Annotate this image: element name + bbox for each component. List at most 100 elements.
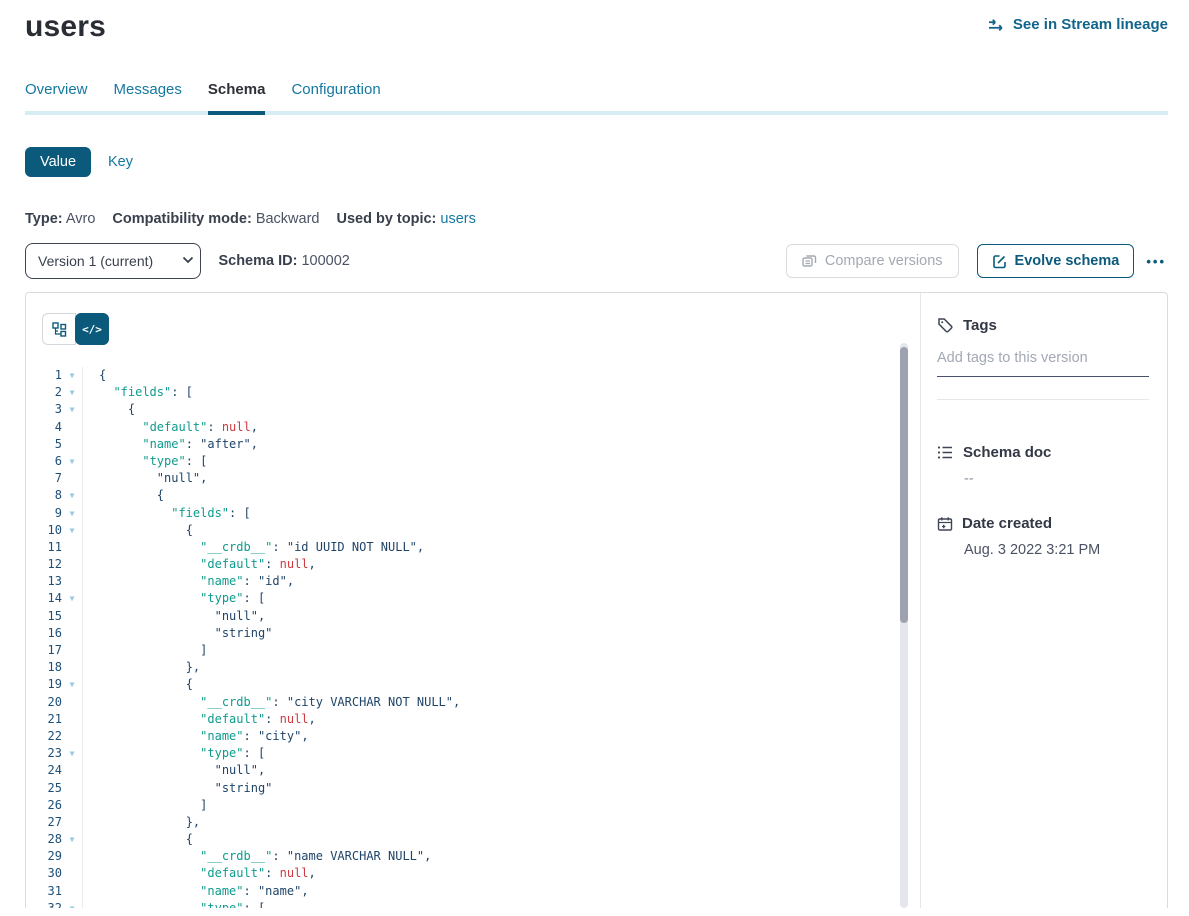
code-line: 17] [26, 642, 920, 659]
code-scrollbar-thumb[interactable] [900, 347, 908, 623]
line-number: 22 [26, 728, 62, 745]
line-number: 29 [26, 848, 62, 865]
fold-toggle-icon[interactable]: ▼ [62, 590, 82, 607]
code-line-content: "name": "city", [82, 728, 920, 745]
tab-overview[interactable]: Overview [25, 81, 88, 111]
line-number: 12 [26, 556, 62, 573]
fold-toggle-icon[interactable]: ▼ [62, 487, 82, 504]
code-line-content: { [82, 522, 920, 539]
schema-id: Schema ID: 100002 [218, 253, 349, 269]
tree-view-button[interactable] [42, 313, 76, 345]
schema-type-label: Type: [25, 211, 63, 227]
fold-spacer [62, 762, 82, 779]
code-line-content: { [82, 367, 920, 384]
code-line-content: "string" [82, 625, 920, 642]
code-scrollbar-track[interactable] [900, 343, 908, 908]
evolve-schema-button[interactable]: Evolve schema [977, 244, 1135, 278]
fold-spacer [62, 608, 82, 625]
fold-spacer [62, 780, 82, 797]
schema-meta-row: Type: Avro Compatibility mode: Backward … [25, 211, 1168, 227]
code-line: 5"name": "after", [26, 436, 920, 453]
code-line-content: "__crdb__": "name VARCHAR NULL", [82, 848, 920, 865]
fold-toggle-icon[interactable]: ▼ [62, 384, 82, 401]
calendar-icon [937, 516, 953, 532]
code-line: 21"default": null, [26, 711, 920, 728]
line-number: 1 [26, 367, 62, 384]
schema-type: Type: Avro [25, 211, 95, 227]
date-created-value: Aug. 3 2022 3:21 PM [964, 542, 1149, 558]
fold-toggle-icon[interactable]: ▼ [62, 831, 82, 848]
fold-spacer [62, 419, 82, 436]
code-line: 2▼"fields": [ [26, 384, 920, 401]
code-line-content: }, [82, 814, 920, 831]
add-tags-input[interactable] [937, 346, 1149, 377]
compare-versions-button[interactable]: Compare versions [786, 244, 959, 278]
compatibility-mode-label: Compatibility mode: [112, 211, 251, 227]
line-number: 21 [26, 711, 62, 728]
code-line: 8▼{ [26, 487, 920, 504]
edit-icon [992, 254, 1007, 269]
code-line-content: "default": null, [82, 419, 920, 436]
schema-controls-row: Version 1 (current) Schema ID: 100002 Co… [25, 243, 1168, 279]
schema-code-panel: </> 1▼{2▼"fields": [3▼{4"default": null,… [26, 293, 920, 908]
ellipsis-icon: ••• [1146, 254, 1166, 269]
code-view-button[interactable]: </> [75, 313, 109, 345]
code-line-content: "default": null, [82, 556, 920, 573]
tab-schema[interactable]: Schema [208, 81, 266, 111]
line-number: 6 [26, 453, 62, 470]
fold-toggle-icon[interactable]: ▼ [62, 505, 82, 522]
line-number: 17 [26, 642, 62, 659]
code-line-content: { [82, 487, 920, 504]
line-number: 3 [26, 401, 62, 418]
tree-view-icon [52, 322, 67, 337]
code-line-content: "name": "after", [82, 436, 920, 453]
fold-spacer [62, 728, 82, 745]
fold-toggle-icon[interactable]: ▼ [62, 745, 82, 762]
version-select[interactable]: Version 1 (current) [25, 243, 201, 279]
code-line: 4"default": null, [26, 419, 920, 436]
code-line: 6▼"type": [ [26, 453, 920, 470]
code-line: 12 "default": null, [26, 556, 920, 573]
fold-spacer [62, 694, 82, 711]
stream-lineage-link[interactable]: See in Stream lineage [988, 16, 1168, 33]
code-line: 29 "__crdb__": "name VARCHAR NULL", [26, 848, 920, 865]
fold-toggle-icon[interactable]: ▼ [62, 900, 82, 908]
code-line: 1▼{ [26, 367, 920, 384]
fold-spacer [62, 865, 82, 882]
used-by-topic: Used by topic: users [336, 211, 475, 227]
code-line-content: ] [82, 797, 920, 814]
fold-toggle-icon[interactable]: ▼ [62, 401, 82, 418]
code-line: 26] [26, 797, 920, 814]
code-line: 13"name": "id", [26, 573, 920, 590]
code-line-content: "type": [ [82, 453, 920, 470]
tags-heading: Tags [963, 317, 997, 334]
tab-messages[interactable]: Messages [114, 81, 182, 111]
fold-toggle-icon[interactable]: ▼ [62, 676, 82, 693]
key-toggle-button[interactable]: Key [108, 154, 133, 170]
line-number: 16 [26, 625, 62, 642]
line-number: 19 [26, 676, 62, 693]
line-number: 7 [26, 470, 62, 487]
code-line: 28▼{ [26, 831, 920, 848]
more-actions-button[interactable]: ••• [1144, 250, 1168, 273]
fold-spacer [62, 848, 82, 865]
value-toggle-button[interactable]: Value [25, 147, 91, 177]
schema-detail-panel: </> 1▼{2▼"fields": [3▼{4"default": null,… [25, 292, 1168, 908]
code-line: 24"null", [26, 762, 920, 779]
used-by-topic-label: Used by topic: [336, 211, 436, 227]
fold-toggle-icon[interactable]: ▼ [62, 522, 82, 539]
code-line-content: "__crdb__": "city VARCHAR NOT NULL", [82, 694, 920, 711]
code-line-content: { [82, 676, 920, 693]
schema-doc-heading: Schema doc [963, 444, 1051, 461]
line-number: 28 [26, 831, 62, 848]
code-line: 19▼{ [26, 676, 920, 693]
tab-configuration[interactable]: Configuration [291, 81, 380, 111]
fold-toggle-icon[interactable]: ▼ [62, 367, 82, 384]
line-number: 20 [26, 694, 62, 711]
value-key-toggle: Value Key [25, 147, 1168, 177]
code-line-content: "null", [82, 608, 920, 625]
fold-toggle-icon[interactable]: ▼ [62, 453, 82, 470]
fold-spacer [62, 659, 82, 676]
topic-link[interactable]: users [440, 211, 475, 227]
line-number: 23 [26, 745, 62, 762]
